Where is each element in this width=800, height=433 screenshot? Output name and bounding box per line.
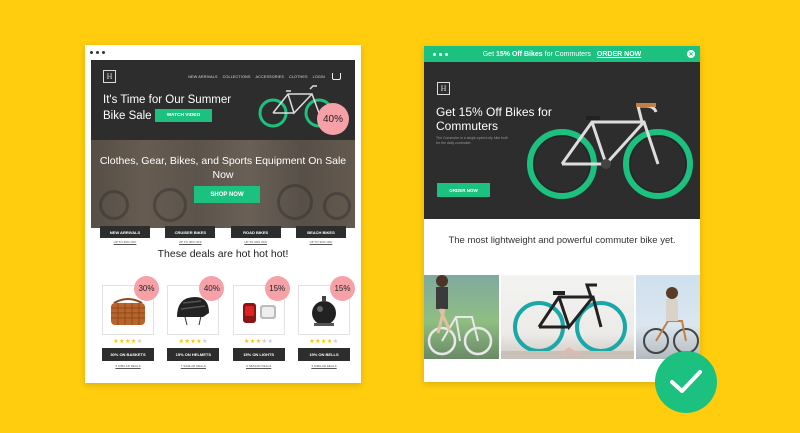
star-rating: ★★★★★ — [178, 339, 209, 345]
category-link[interactable]: UP TO 30% OFF — [310, 240, 333, 244]
product-card: 15% ★★★★★ 15% ON LIGHTS 9 SIMILAR DEALS — [231, 276, 290, 368]
logo[interactable]: H — [103, 70, 116, 83]
nav-item-accessories[interactable]: ACCESSORIES — [256, 75, 285, 79]
category-item: NEW ARRIVALS UP TO 30% OFF — [100, 226, 150, 244]
discount-badge: 40% — [199, 276, 225, 301]
hero-banner: H Get 15% Off Bikes for Commuters The Co… — [424, 62, 700, 219]
similar-deals-link[interactable]: 5 SIMILAR DEALS — [115, 364, 140, 368]
product-card: 15% ★★★★★ 15% ON BELLS 4 SIMILAR DEALS — [296, 276, 355, 368]
category-link[interactable]: UP TO 30% OFF — [114, 240, 137, 244]
hero-description: The Commuter is a single-speed city bike… — [436, 136, 508, 145]
category-link[interactable]: UP TO 30% OFF — [244, 240, 267, 244]
product-button[interactable]: 15% ON LIGHTS — [232, 348, 285, 361]
right-page-mockup: Get 15% Off Bikes for Commuters ORDER NO… — [424, 46, 700, 382]
shop-now-button[interactable]: SHOP NOW — [194, 186, 260, 203]
star-rating: ★★★★★ — [113, 339, 143, 345]
similar-deals-link[interactable]: 4 SIMILAR DEALS — [311, 364, 336, 368]
category-item: BEACH BIKES UP TO 30% OFF — [295, 226, 346, 244]
logo[interactable]: H — [437, 82, 450, 95]
similar-deals-link[interactable]: 9 SIMILAR DEALS — [246, 364, 271, 368]
product-button[interactable]: 15% ON BELLS — [297, 348, 350, 361]
lights-image[interactable]: 15% — [232, 276, 290, 335]
deals-heading: These deals are hot hot hot! — [157, 248, 289, 260]
order-now-button[interactable]: ORDER NOW — [437, 183, 490, 197]
topbar-text: Get 15% Off Bikes for Commuters — [482, 50, 591, 58]
photo-bike-center — [501, 275, 635, 359]
promo-topbar: Get 15% Off Bikes for Commuters ORDER NO… — [424, 46, 700, 62]
photo-rider-left — [424, 275, 500, 359]
hero-banner: H NEW ARRIVALS COLLECTIONS ACCESSORIES C… — [91, 60, 355, 140]
top-nav: NEW ARRIVALS COLLECTIONS ACCESSORIES CLO… — [188, 73, 341, 80]
sale-banner-text: Clothes, Gear, Bikes, and Sports Equipme… — [99, 155, 347, 181]
category-button-beach-bikes[interactable]: BEACH BIKES — [295, 226, 346, 238]
sale-banner: Clothes, Gear, Bikes, and Sports Equipme… — [91, 140, 355, 228]
cart-icon[interactable] — [332, 73, 341, 80]
product-button[interactable]: 30% ON BASKETS — [102, 348, 154, 361]
window-dots — [428, 46, 448, 62]
nav-item-clothes[interactable]: CLOTHES — [289, 75, 308, 79]
category-link[interactable]: UP TO 30% OFF — [179, 240, 202, 244]
star-rating: ★★★★★ — [243, 339, 274, 345]
product-card: 30% ★★★★★ 30% ON BASKETS 5 SIMILAR DEALS — [100, 276, 159, 368]
window-dots — [85, 45, 361, 59]
nav-item-new-arrivals[interactable]: NEW ARRIVALS — [188, 75, 217, 79]
close-icon[interactable]: ✕ — [687, 50, 695, 58]
similar-deals-link[interactable]: 7 SIMILAR DEALS — [181, 364, 206, 368]
bell-image[interactable]: 15% — [297, 276, 355, 335]
checkmark-icon — [655, 351, 717, 413]
nav-item-login[interactable]: LOGIN — [313, 75, 325, 79]
product-card: 40% ★★★★★ 15% ON HELMETS 7 SIMILAR DEALS — [165, 276, 225, 368]
category-item: ROAD BIKES UP TO 30% OFF — [230, 226, 281, 244]
photo-rider-right — [636, 275, 700, 359]
category-item: CRUISER BIKES UP TO 30% OFF — [165, 226, 216, 244]
category-button-road-bikes[interactable]: ROAD BIKES — [230, 226, 281, 238]
category-button-new-arrivals[interactable]: NEW ARRIVALS — [100, 226, 150, 238]
category-button-cruiser-bikes[interactable]: CRUISER BIKES — [165, 226, 216, 238]
discount-badge: 15% — [264, 276, 290, 301]
product-button[interactable]: 15% ON HELMETS — [167, 348, 220, 361]
topbar-order-link[interactable]: ORDER NOW — [597, 51, 641, 58]
watch-video-button[interactable]: WATCH VIDEO — [155, 109, 212, 122]
left-page-mockup: H NEW ARRIVALS COLLECTIONS ACCESSORIES C… — [85, 45, 361, 383]
nav-item-collections[interactable]: COLLECTIONS — [223, 75, 251, 79]
basket-image[interactable]: 30% — [102, 276, 159, 335]
helmet-image[interactable]: 40% — [167, 276, 225, 335]
bike-illustration — [527, 103, 693, 199]
star-rating: ★★★★★ — [309, 339, 339, 345]
category-row: NEW ARRIVALS UP TO 30% OFF CRUISER BIKES… — [100, 226, 346, 244]
discount-badge: 30% — [134, 276, 159, 301]
tagline: The most lightweight and powerful commut… — [448, 235, 676, 246]
discount-badge: 15% — [329, 276, 355, 301]
photo-strip — [424, 275, 700, 359]
product-row: 30% ★★★★★ 30% ON BASKETS 5 SIMILAR DEALS… — [100, 276, 355, 368]
discount-badge: 40% — [317, 103, 349, 135]
